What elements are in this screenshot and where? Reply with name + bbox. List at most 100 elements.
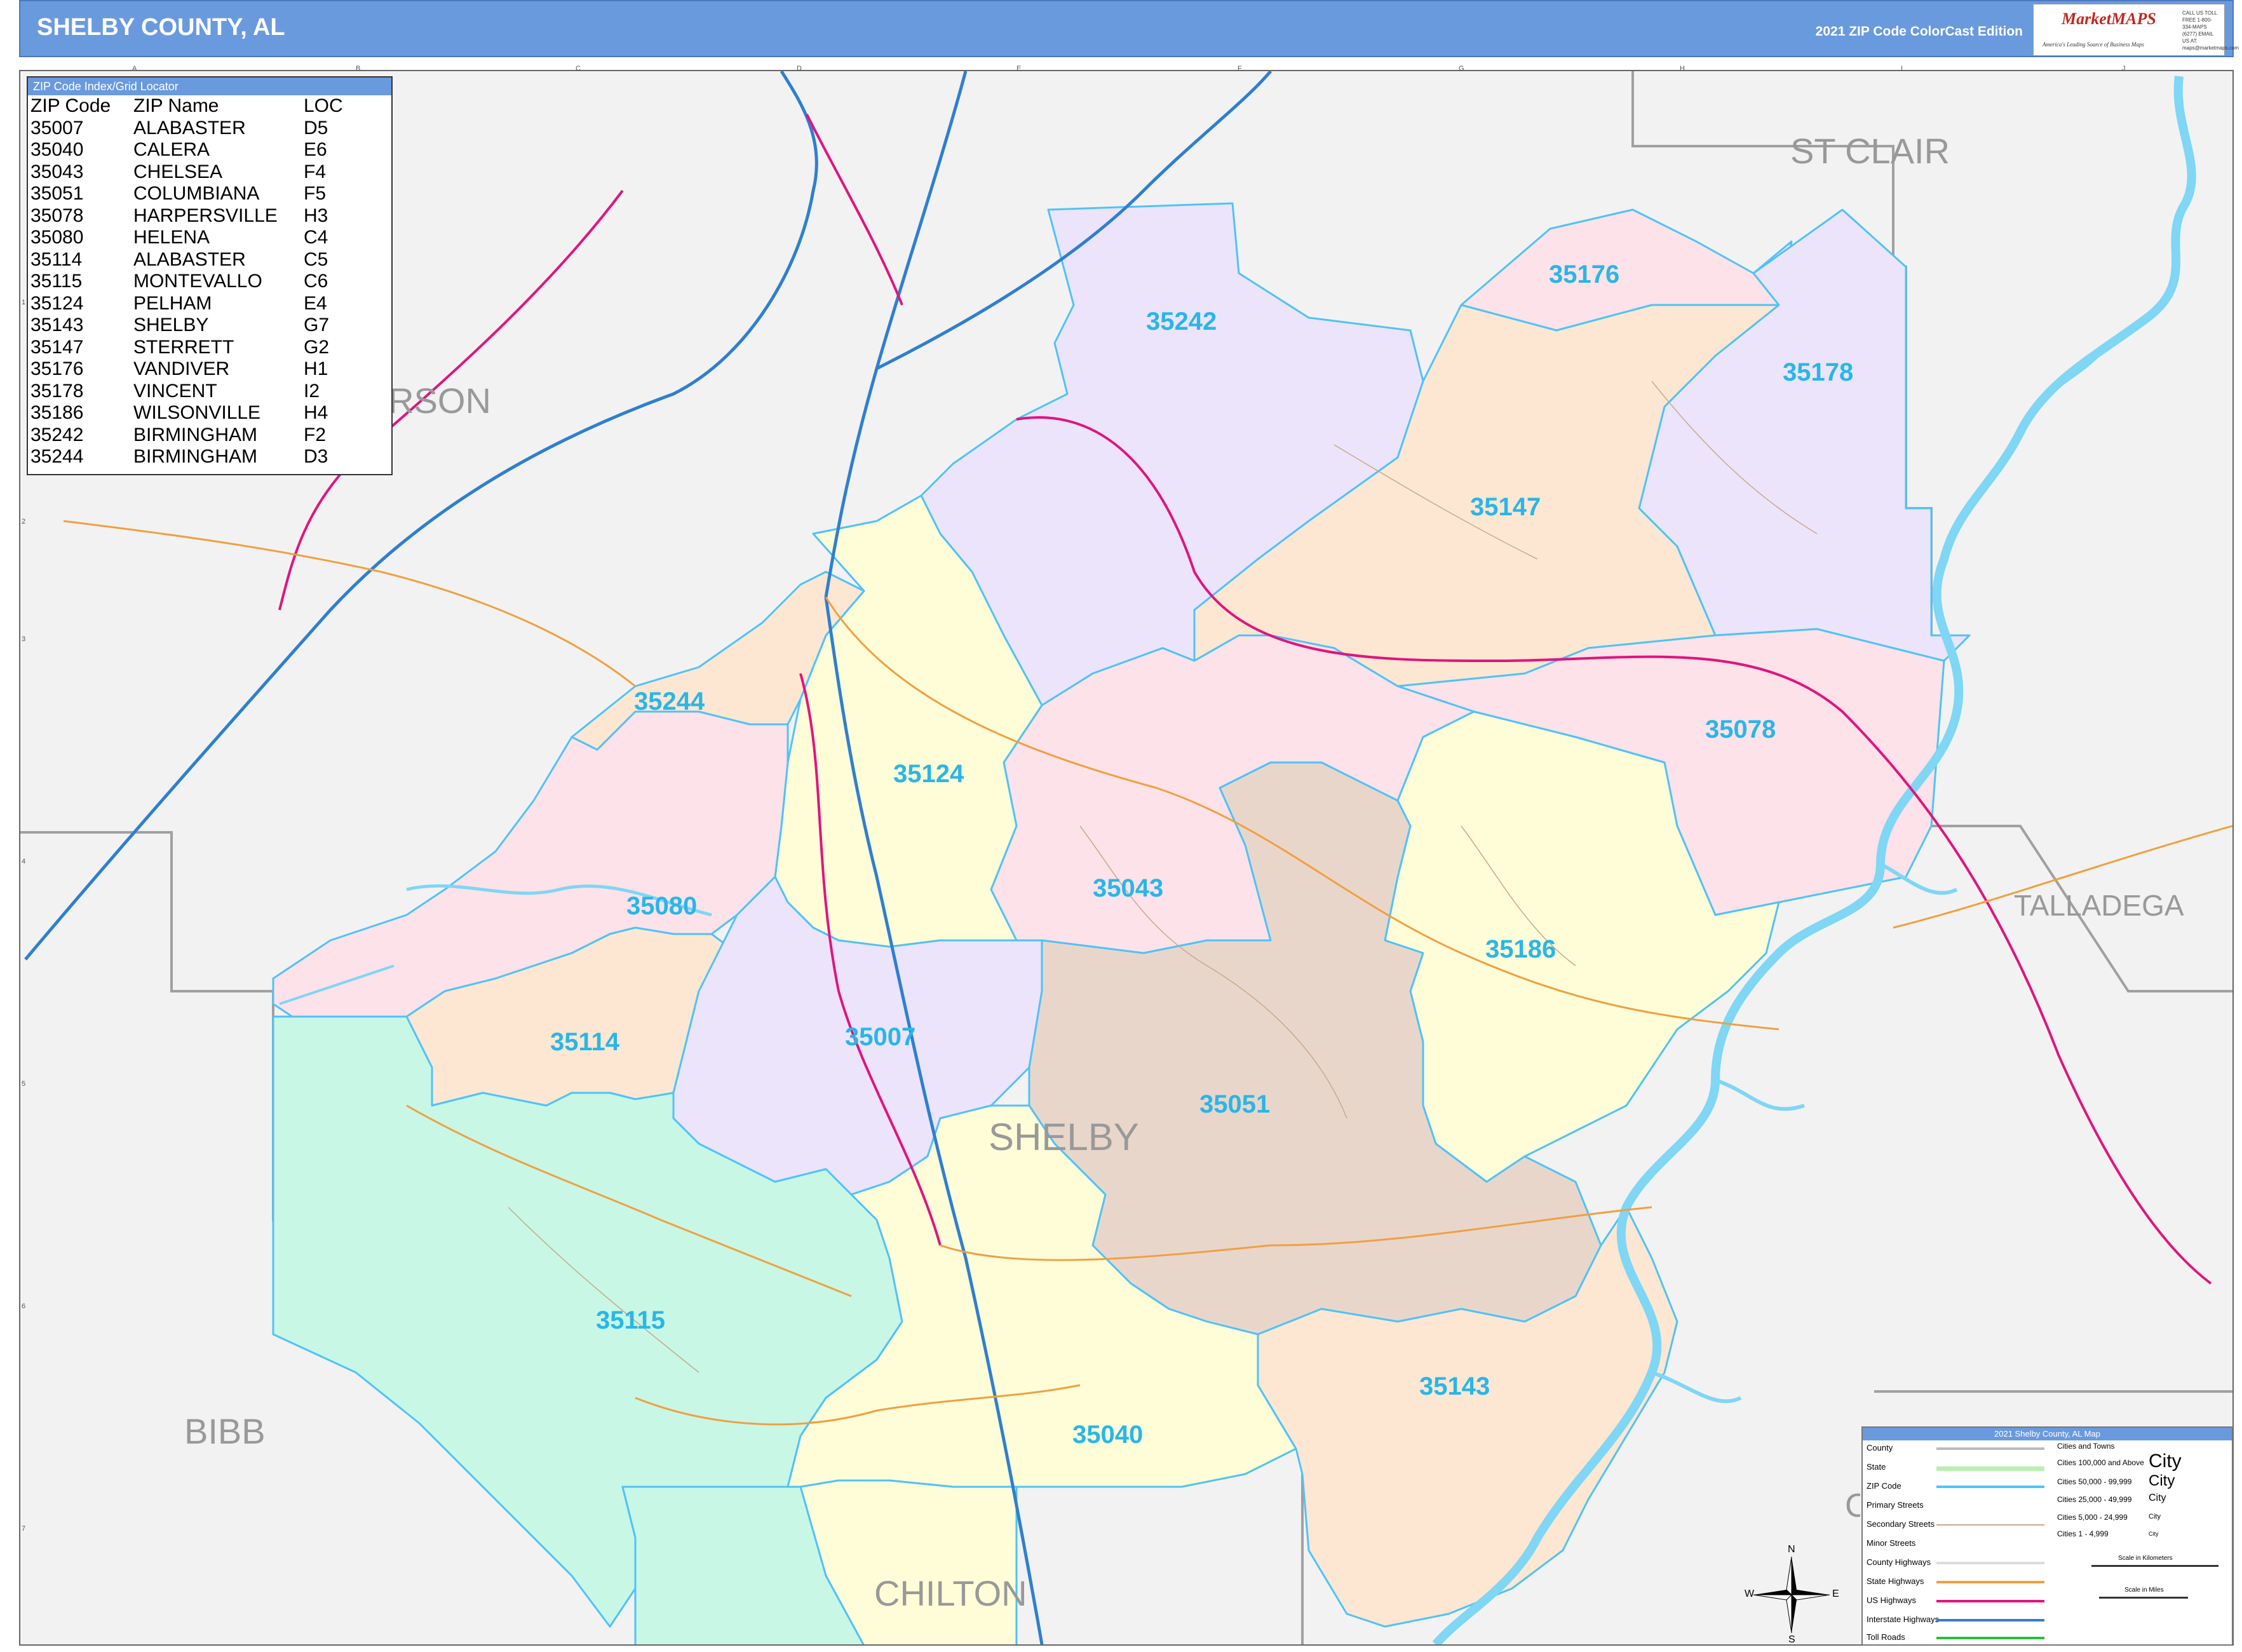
- zip-name-cell: HELENA: [133, 227, 210, 248]
- legend-interstate: Interstate Highways: [1867, 1615, 1940, 1624]
- zip-name-cell: CHELSEA: [133, 161, 223, 182]
- legend-city-2-label: Cities 50,000 - 99,999: [2057, 1477, 2132, 1486]
- grid-col-f: F: [1238, 65, 1242, 72]
- zip-loc-cell: C6: [304, 271, 328, 292]
- zip-loc-cell: I2: [304, 380, 320, 402]
- grid-row-4: 4: [22, 858, 26, 865]
- grid-col-i: I: [1901, 65, 1903, 72]
- grid-row-5: 5: [22, 1080, 26, 1088]
- zip-label-35043: 35043: [1093, 874, 1164, 902]
- zip-name-cell: CALERA: [133, 139, 210, 160]
- zip-name-cell: VANDIVER: [133, 358, 230, 379]
- legend-scale-mi: Scale in Miles: [2124, 1587, 2164, 1594]
- legend-county-line: [1936, 1447, 2044, 1450]
- zip-index-row: 35080 HELENA C4: [28, 227, 391, 249]
- zip-label-35040: 35040: [1072, 1421, 1144, 1449]
- zip-loc-cell: H3: [304, 205, 328, 226]
- zip-name-cell: COLUMBIANA: [133, 183, 260, 204]
- zip-index-row: 35186 WILSONVILLE H4: [28, 402, 391, 424]
- legend-state-hwy: State Highways: [1867, 1576, 1924, 1586]
- county-label-coosa: COOSA: [1845, 1487, 1860, 1524]
- grid-row-1: 1: [22, 299, 26, 306]
- legend-scale-km: Scale in Kilometers: [2118, 1555, 2173, 1562]
- map-legend: 2021 Shelby County, AL Map County State …: [1861, 1426, 2233, 1646]
- legend-zip: ZIP Code: [1867, 1481, 1901, 1491]
- zip-code-cell: 35115: [30, 271, 83, 292]
- zip-code-cell: 35242: [30, 424, 84, 445]
- zip-label-35115: 35115: [596, 1306, 666, 1334]
- zip-loc-cell: F5: [304, 183, 327, 204]
- zip-code-cell: 35124: [30, 292, 84, 314]
- zip-index-title: ZIP Code Index/Grid Locator: [28, 78, 391, 95]
- zip-code-cell: 35080: [30, 227, 84, 248]
- zip-label-35051: 35051: [1199, 1090, 1271, 1118]
- county-label-bibb: BIBB: [184, 1411, 266, 1451]
- zip-code-cell: 35051: [30, 183, 84, 204]
- zip-code-cell: 35178: [30, 380, 84, 402]
- zip-code-cell: 35176: [30, 358, 84, 379]
- zip-name-cell: STERRETT: [133, 336, 234, 358]
- zip-code-cell: 35078: [30, 205, 84, 226]
- legend-toll: Toll Roads: [1867, 1632, 1905, 1642]
- grid-col-a: A: [132, 65, 137, 72]
- legend-county-hwy: County Highways: [1867, 1557, 1931, 1567]
- legend-cities-title: Cities and Towns: [2057, 1442, 2115, 1451]
- county-label-st-clair: ST CLAIR: [1790, 131, 1950, 171]
- zip-index-row: 35114 ALABASTER C5: [28, 249, 391, 271]
- zip-loc-cell: C5: [304, 248, 328, 270]
- legend-city-4-sample: City: [2149, 1513, 2161, 1520]
- zip-code-cell: 35244: [30, 446, 84, 467]
- zip-name-cell: MONTEVALLO: [133, 271, 262, 292]
- grid-col-c: C: [576, 65, 581, 72]
- zip-label-35007: 35007: [845, 1023, 916, 1051]
- zip-name-cell: ALABASTER: [133, 117, 246, 139]
- compass-w: W: [1745, 1588, 1755, 1599]
- legend-minor: Minor Streets: [1867, 1538, 1916, 1548]
- zip-index-row: 35178 VINCENT I2: [28, 381, 391, 403]
- col-zip-name: ZIP Name: [133, 95, 219, 116]
- grid-col-d: D: [797, 65, 802, 72]
- zip-label-35114: 35114: [550, 1028, 620, 1056]
- grid-col-b: B: [356, 65, 361, 72]
- col-loc: LOC: [304, 95, 343, 116]
- compass-e: E: [1832, 1588, 1839, 1599]
- zip-label-35242: 35242: [1146, 308, 1217, 335]
- zip-index-rows: 35007 ALABASTER D5 35040 CALERA E6 35043 CHELSE…: [28, 118, 391, 468]
- compass-rose: [1753, 1556, 1830, 1634]
- zip-loc-cell: G7: [304, 315, 330, 335]
- legend-city-1-sample: City: [2149, 1451, 2182, 1472]
- zip-name-cell: ALABASTER: [133, 248, 246, 270]
- grid-row-6: 6: [22, 1303, 26, 1310]
- zip-name-cell: PELHAM: [133, 292, 212, 314]
- legend-us-hwy-line: [1936, 1600, 2044, 1602]
- zip-loc-cell: E4: [304, 292, 327, 314]
- legend-city-4-label: Cities 5,000 - 24,999: [2057, 1513, 2128, 1522]
- compass-n: N: [1788, 1544, 1795, 1555]
- grid-col-g: G: [1459, 65, 1464, 72]
- zip-index-panel: ZIP Code Index/Grid Locator ZIP Code ZIP…: [27, 76, 393, 475]
- zip-index-row: 35040 CALERA E6: [28, 139, 391, 161]
- legend-us-hwy: US Highways: [1867, 1595, 1917, 1605]
- zip-label-35147: 35147: [1470, 493, 1541, 521]
- grid-col-e: E: [1016, 65, 1022, 72]
- zip-code-cell: 35147: [30, 336, 84, 358]
- grid-row-2: 2: [22, 518, 26, 525]
- zip-loc-cell: D5: [304, 117, 328, 139]
- legend-scale-mi-bar: [2099, 1597, 2188, 1599]
- zip-index-row: 35078 HARPERSVILLE H3: [28, 205, 391, 227]
- zip-code-cell: 35143: [30, 315, 84, 335]
- zip-label-35186: 35186: [1485, 935, 1557, 963]
- zip-code-cell: 35114: [30, 248, 83, 270]
- zip-loc-cell: H4: [304, 402, 328, 423]
- zip-label-35080: 35080: [626, 892, 698, 920]
- zip-label-35244: 35244: [634, 687, 705, 715]
- legend-state: State: [1867, 1462, 1886, 1472]
- legend-city-1-label: Cities 100,000 and Above: [2057, 1458, 2144, 1467]
- zip-loc-cell: E6: [304, 139, 327, 160]
- zip-code-cell: 35007: [30, 117, 84, 139]
- legend-secondary-line: [1936, 1524, 2044, 1526]
- zip-loc-cell: D3: [304, 446, 328, 467]
- zip-index-row: 35244 BIRMINGHAM D3: [28, 446, 391, 468]
- zip-index-row: 35176 VANDIVER H1: [28, 358, 391, 381]
- zip-name-cell: HARPERSVILLE: [133, 205, 278, 226]
